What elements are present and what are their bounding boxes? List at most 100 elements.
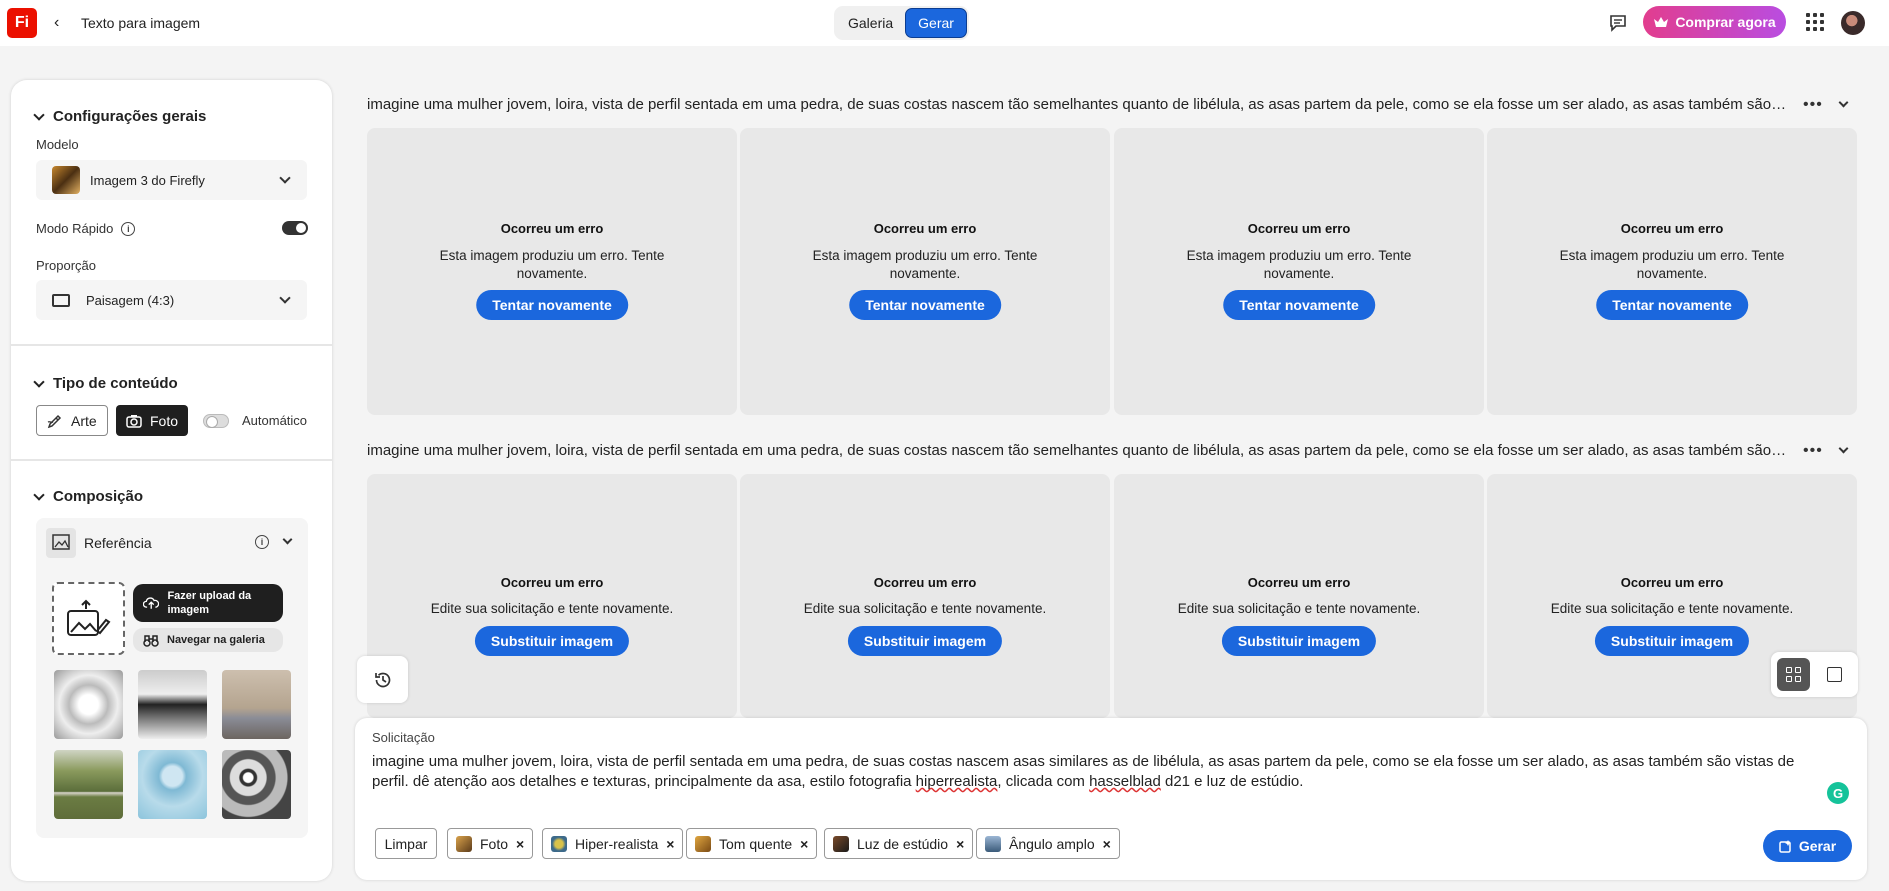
retry-button[interactable]: Tentar novamente	[1596, 290, 1748, 320]
error-description: Edite sua solicitação e tente novamente.	[1550, 601, 1794, 616]
image-card-error: Ocorreu um erro Esta imagem produziu um …	[1114, 128, 1484, 415]
auto-label: Automático	[242, 413, 308, 428]
reference-thumbnail[interactable]	[222, 670, 291, 739]
reference-thumbnail[interactable]	[138, 670, 207, 739]
history-button[interactable]	[357, 656, 408, 703]
remove-chip-icon[interactable]: ×	[956, 836, 964, 852]
image-card-error: Ocorreu um erro Edite sua solicitação e …	[740, 474, 1110, 718]
generate-button[interactable]: Gerar	[1763, 830, 1852, 862]
error-description: Esta imagem produziu um erro. Tente nova…	[1186, 248, 1412, 281]
style-chip[interactable]: Ângulo amplo ×	[976, 828, 1120, 859]
content-type-art-button[interactable]: Arte	[36, 405, 108, 436]
reference-thumbnail[interactable]	[54, 750, 123, 819]
retry-button[interactable]: Tentar novamente	[849, 290, 1001, 320]
view-mode-switch	[1771, 652, 1858, 697]
chip-thumbnail	[456, 835, 472, 852]
chevron-down-icon[interactable]	[1838, 97, 1849, 108]
style-chip[interactable]: Luz de estúdio ×	[824, 828, 974, 859]
browse-gallery-button[interactable]: Navegar na galeria	[133, 628, 283, 652]
replace-image-button[interactable]: Substituir imagem	[1221, 626, 1377, 656]
info-icon[interactable]: i	[255, 535, 269, 549]
chevron-down-icon[interactable]	[282, 534, 293, 545]
fast-mode-toggle[interactable]	[282, 221, 308, 235]
section-content-type-title: Tipo de conteúdo	[53, 375, 178, 392]
error-title: Ocorreu um erro	[873, 221, 977, 236]
clear-button[interactable]: Limpar	[375, 828, 437, 859]
buy-now-label: Comprar agora	[1675, 14, 1776, 30]
chip-label: Ângulo amplo	[1009, 835, 1095, 852]
reference-thumbnail[interactable]	[54, 670, 123, 739]
style-chip[interactable]: Foto ×	[447, 828, 534, 859]
more-options-icon[interactable]: •••	[1803, 96, 1823, 114]
error-title: Ocorreu um erro	[1247, 575, 1351, 590]
remove-chip-icon[interactable]: ×	[666, 836, 674, 852]
auto-toggle[interactable]	[203, 414, 229, 428]
reference-label: Referência	[84, 535, 152, 551]
style-chip[interactable]: Tom quente ×	[686, 828, 818, 859]
chevron-down-icon	[33, 108, 45, 121]
page-title[interactable]: Texto para imagem	[81, 15, 200, 31]
prompt-row-title[interactable]: imagine uma mulher jovem, loira, vista d…	[367, 442, 1787, 459]
photo-label: Foto	[150, 412, 179, 429]
grid-view-icon[interactable]	[1777, 658, 1810, 691]
chip-thumbnail	[985, 835, 1001, 852]
single-view-icon[interactable]	[1827, 667, 1842, 682]
tab-galeria[interactable]: Galeria	[836, 8, 905, 38]
chip-label: Luz de estúdio	[857, 835, 949, 852]
ratio-dropdown[interactable]: Paisagem (4:3)	[36, 280, 307, 320]
upload-drop-zone[interactable]	[52, 582, 125, 655]
image-card-error: Ocorreu um erro Esta imagem produziu um …	[1487, 128, 1857, 415]
content-type-photo-button[interactable]: Foto	[116, 405, 189, 436]
replace-image-button[interactable]: Substituir imagem	[474, 626, 630, 656]
model-label: Modelo	[36, 137, 79, 152]
replace-image-button[interactable]: Substituir imagem	[1594, 626, 1750, 656]
prompt-label: Solicitação	[372, 730, 435, 745]
buy-now-button[interactable]: Comprar agora	[1643, 6, 1786, 38]
prompt-panel: Solicitação imagine uma mulher jovem, lo…	[355, 718, 1867, 880]
divider	[11, 344, 332, 346]
grammarly-icon[interactable]: G	[1827, 782, 1849, 804]
section-content-type-header[interactable]: Tipo de conteúdo	[33, 375, 178, 392]
top-bar: Fi ‹ Texto para imagem Galeria Gerar Com…	[0, 0, 1889, 46]
section-composition-header[interactable]: Composição	[33, 488, 143, 505]
prompt-input[interactable]: imagine uma mulher jovem, loira, vista d…	[372, 752, 1827, 792]
remove-chip-icon[interactable]: ×	[1103, 836, 1111, 852]
reference-image-icon	[46, 528, 76, 558]
chevron-down-icon[interactable]	[1838, 443, 1849, 454]
image-upload-icon	[66, 599, 110, 636]
reference-thumbnail[interactable]	[138, 750, 207, 819]
gallery-label: Navegar na galeria	[167, 634, 265, 646]
style-chip[interactable]: Hiper-realista ×	[542, 828, 684, 859]
upload-image-button[interactable]: Fazer upload da imagem	[133, 584, 283, 622]
section-general-header[interactable]: Configurações gerais	[33, 108, 207, 125]
image-card-error: Ocorreu um erro Esta imagem produziu um …	[367, 128, 737, 415]
chevron-down-icon	[33, 375, 45, 388]
remove-chip-icon[interactable]: ×	[800, 836, 808, 852]
error-description: Edite sua solicitação e tente novamente.	[803, 601, 1047, 616]
info-icon[interactable]: i	[121, 221, 136, 236]
model-dropdown[interactable]: Imagem 3 do Firefly	[36, 160, 307, 200]
remove-chip-icon[interactable]: ×	[516, 836, 524, 852]
prompt-row-title[interactable]: imagine uma mulher jovem, loira, vista d…	[367, 96, 1787, 113]
error-title: Ocorreu um erro	[1620, 575, 1724, 590]
fast-mode-label: Modo Rápido	[36, 221, 114, 236]
chevron-down-icon	[33, 488, 45, 501]
retry-button[interactable]: Tentar novamente	[476, 290, 628, 320]
reference-thumbnail[interactable]	[222, 750, 291, 819]
apps-grid-icon[interactable]	[1806, 13, 1824, 31]
avatar[interactable]	[1841, 11, 1865, 35]
tab-gerar[interactable]: Gerar	[905, 8, 967, 38]
feedback-icon[interactable]	[1608, 13, 1628, 33]
error-description: Edite sua solicitação e tente novamente.	[430, 601, 674, 616]
replace-image-button[interactable]: Substituir imagem	[847, 626, 1003, 656]
chip-label: Tom quente	[719, 835, 793, 852]
settings-sidebar: Configurações gerais Modelo Imagem 3 do …	[11, 80, 332, 881]
model-value: Imagem 3 do Firefly	[90, 172, 205, 188]
prompt-text-segment: , clicada com	[997, 773, 1090, 790]
firefly-logo[interactable]: Fi	[7, 8, 37, 38]
section-general-title: Configurações gerais	[53, 108, 207, 125]
art-label: Arte	[71, 412, 97, 429]
retry-button[interactable]: Tentar novamente	[1223, 290, 1375, 320]
more-options-icon[interactable]: •••	[1803, 442, 1823, 460]
back-chevron-icon[interactable]: ‹	[54, 14, 59, 32]
